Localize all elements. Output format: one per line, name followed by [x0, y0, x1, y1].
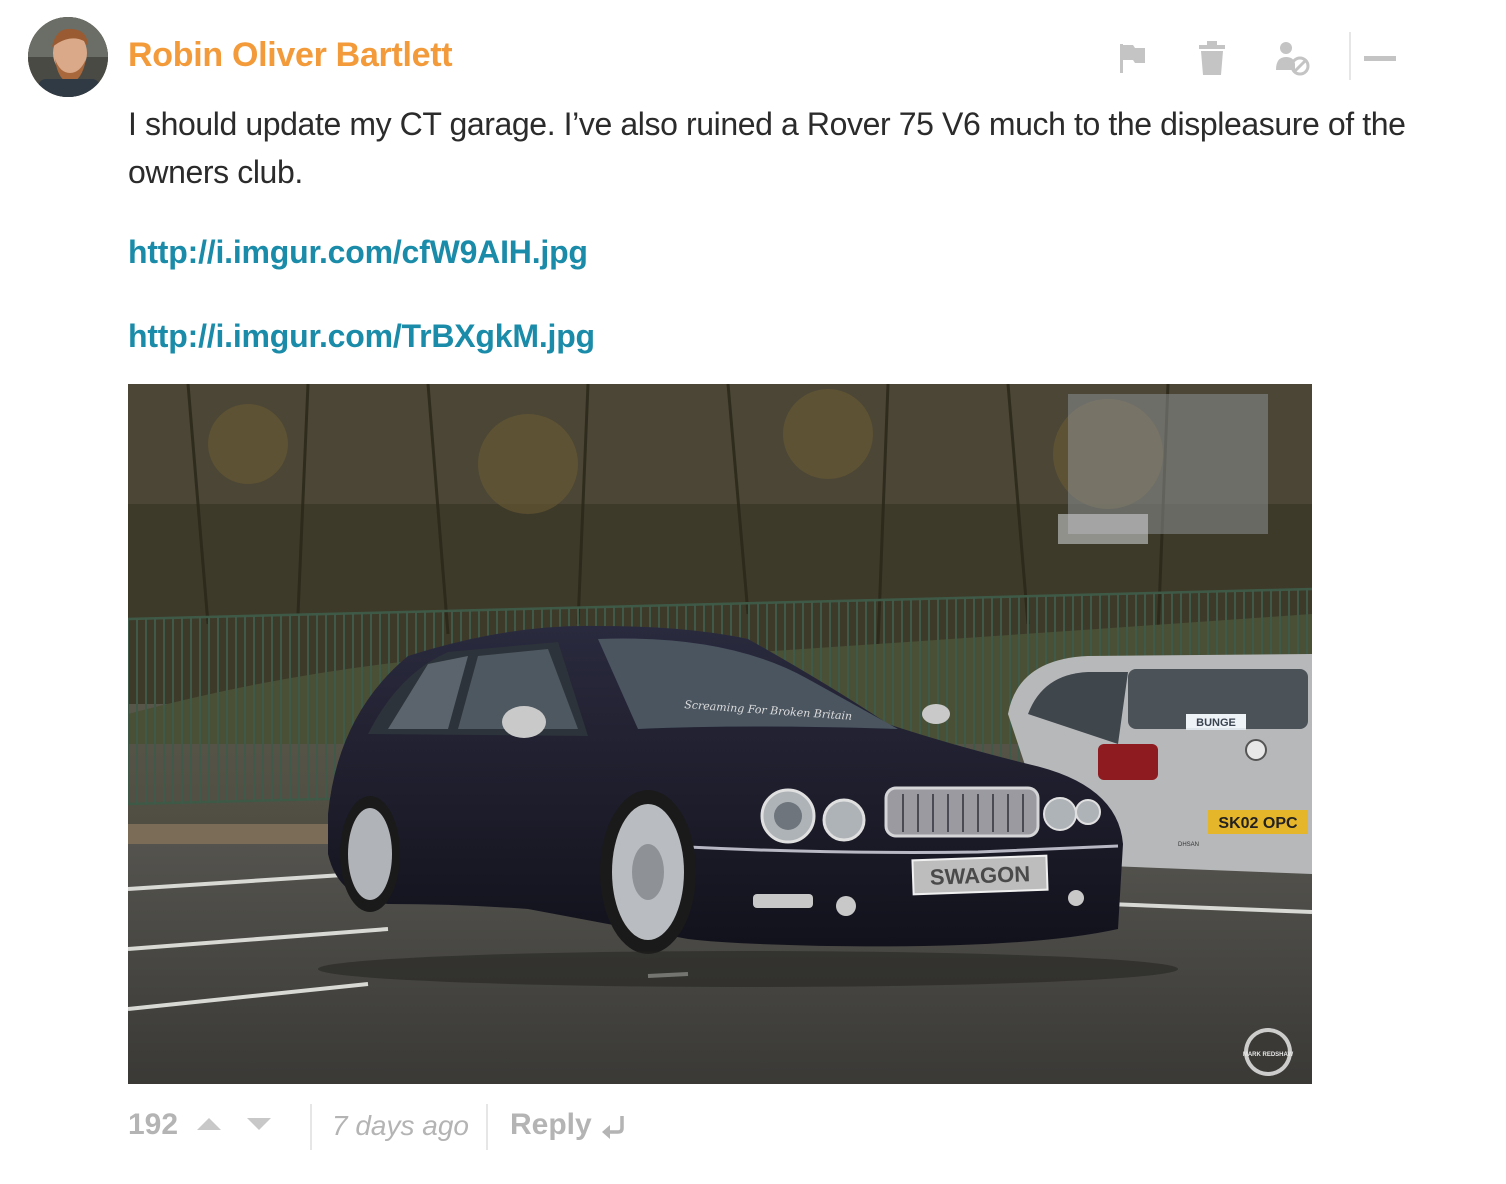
flag-button[interactable] — [1114, 40, 1150, 76]
image-link-1[interactable]: http://i.imgur.com/cfW9AIH.jpg — [128, 234, 588, 271]
footer-divider — [486, 1104, 488, 1150]
front-plate-text: SWAGON — [929, 861, 1030, 889]
comment-body: I should update my CT garage. I’ve also … — [128, 106, 1406, 190]
timestamp[interactable]: 7 days ago — [332, 1110, 469, 1142]
vote-count: 192 — [128, 1108, 179, 1141]
image-link-2[interactable]: http://i.imgur.com/TrBXgkM.jpg — [128, 318, 595, 355]
comment-footer: 192 7 days ago Reply — [128, 1100, 688, 1152]
avatar[interactable] — [28, 17, 108, 97]
embedded-image[interactable]: SK02 OPC DHSAN Screaming For Broken Brit… — [128, 384, 1312, 1084]
footer-divider — [310, 1104, 312, 1150]
collapse-icon — [1364, 56, 1396, 61]
avatar-image — [28, 17, 108, 97]
arrow-up-icon — [197, 1118, 221, 1130]
actions-divider — [1349, 32, 1351, 80]
block-user-button[interactable] — [1274, 40, 1310, 76]
author-name[interactable]: Robin Oliver Bartlett — [128, 36, 453, 75]
flag-icon — [1120, 44, 1145, 73]
arrow-down-icon — [247, 1118, 271, 1130]
reply-arrow-icon[interactable] — [600, 1114, 628, 1140]
car-photo: SK02 OPC DHSAN Screaming For Broken Brit… — [128, 384, 1312, 1084]
downvote-button[interactable] — [244, 1112, 274, 1136]
upvote-button[interactable] — [194, 1112, 224, 1136]
comment-actions — [1110, 32, 1410, 82]
trash-icon — [1199, 41, 1225, 75]
delete-button[interactable] — [1194, 40, 1230, 76]
collapse-button[interactable] — [1362, 40, 1398, 76]
photo-watermark: MARK REDSHAW — [1243, 1052, 1294, 1058]
rear-plate-text: SK02 OPC — [1218, 815, 1298, 832]
rear-plate-2-text: BUNGE — [1196, 717, 1236, 729]
block-user-icon — [1276, 42, 1310, 76]
dealer-badge-text: DHSAN — [1178, 842, 1199, 848]
reply-button[interactable]: Reply — [510, 1108, 592, 1142]
comment: Robin Oliver Bartlett I should update my… — [0, 0, 1506, 1184]
